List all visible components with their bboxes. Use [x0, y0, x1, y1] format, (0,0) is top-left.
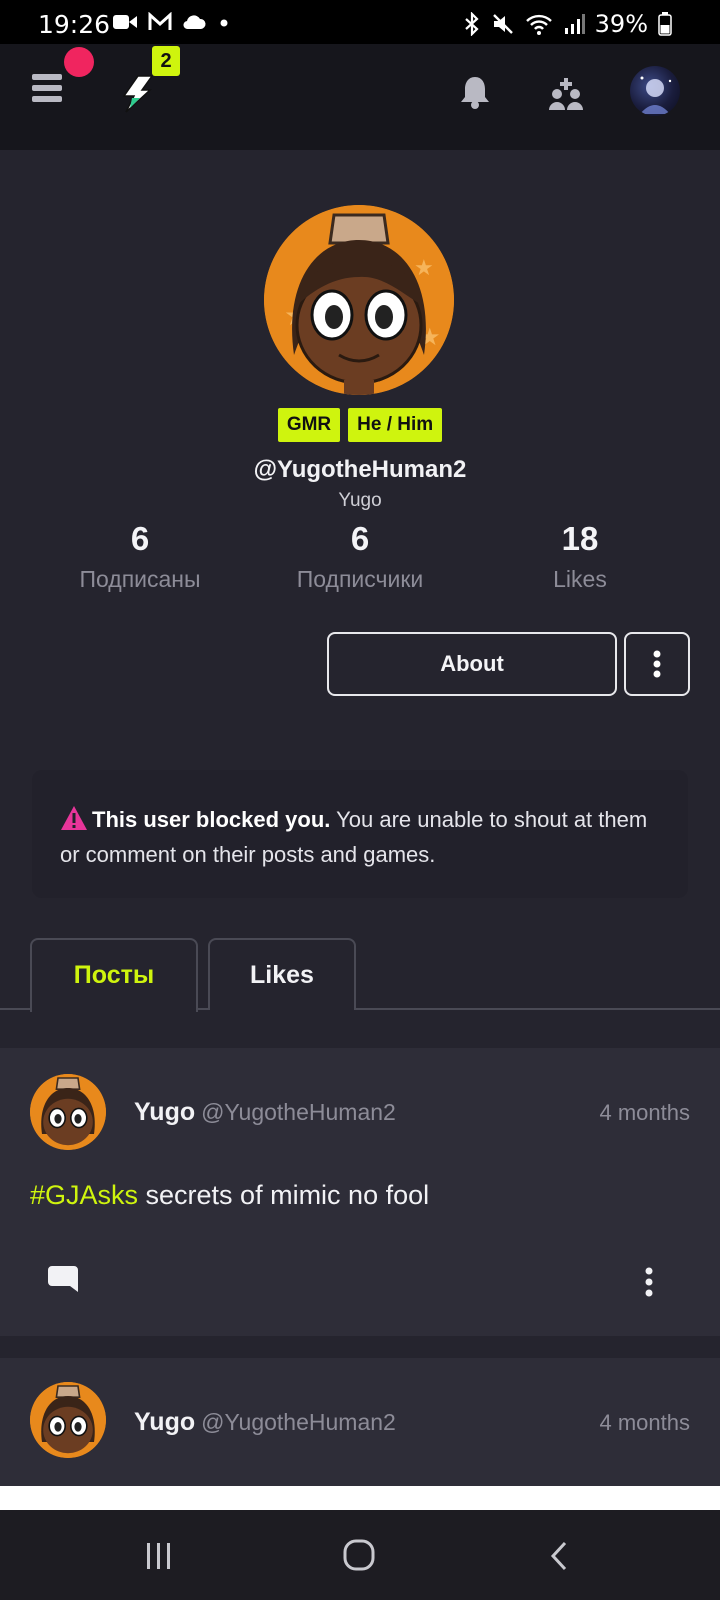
stat-following-label: Подписаны: [79, 566, 201, 592]
cloud-icon: [183, 15, 206, 30]
character-avatar-image: ★ ★ ★: [264, 205, 454, 395]
profile-display-name: Yugo: [338, 490, 382, 511]
character-avatar-image: [30, 1074, 106, 1150]
stat-likes-label: Likes: [553, 566, 607, 592]
post-author-handle: @YugotheHuman2: [201, 1099, 396, 1125]
svg-text:★: ★: [414, 256, 434, 281]
bluetooth-icon: [464, 12, 479, 36]
bell-icon: [461, 77, 489, 109]
notifications-button[interactable]: [458, 74, 492, 110]
more-vertical-icon: [645, 1267, 653, 1297]
stat-followers-count: 6: [350, 520, 370, 557]
stat-followers-label: Подписчики: [296, 566, 424, 592]
video-camera-icon: [113, 15, 137, 29]
mail-icon: [148, 12, 172, 30]
system-navigation-bar: [0, 1510, 720, 1600]
add-friend-icon: [549, 78, 583, 110]
post-author-handle: @YugotheHuman2: [201, 1409, 396, 1435]
tag-gmr: GMR: [277, 408, 341, 442]
post-timestamp: 4 months: [599, 1100, 691, 1125]
signal-icon: [564, 14, 585, 34]
post-author-display-name: Yugo: [134, 1098, 196, 1126]
comment-button[interactable]: [46, 1264, 80, 1296]
blocked-notice: This user blocked you. You are unable to…: [32, 770, 688, 898]
post-timestamp: 4 months: [599, 1410, 691, 1435]
battery-percent: 39%: [594, 10, 648, 38]
dot-icon: [220, 19, 228, 27]
post-card[interactable]: Yugo @YugotheHuman2 4 months: [0, 1358, 720, 1486]
stat-likes-count: 18: [561, 520, 599, 557]
post-more-button[interactable]: [642, 1264, 656, 1300]
stat-likes[interactable]: 18 Likes: [480, 520, 680, 593]
profile-tags: GMR He / Him: [0, 408, 720, 442]
tag-pronouns: He / Him: [348, 408, 443, 442]
comment-icon: [48, 1266, 78, 1292]
home-icon[interactable]: [342, 1538, 376, 1572]
content-edge: [0, 1486, 720, 1510]
mute-icon: [492, 14, 513, 34]
wifi-icon: [525, 14, 552, 35]
stat-followers[interactable]: 6 Подписчики: [260, 520, 460, 593]
profile-handle: @YugotheHuman2: [253, 456, 467, 483]
warning-icon: [61, 806, 87, 830]
post-hashtag[interactable]: #GJAsks: [30, 1180, 138, 1210]
post-text: secrets of mimic no fool: [138, 1180, 430, 1210]
post-card[interactable]: Yugo @YugotheHuman2 4 months #GJAsks secr…: [0, 1048, 720, 1336]
user-avatar-button[interactable]: [630, 66, 680, 116]
tab-posts[interactable]: Посты: [30, 938, 198, 1012]
menu-button[interactable]: [32, 74, 62, 104]
gamejolt-logo-button[interactable]: [118, 74, 158, 114]
post-author-name[interactable]: Yugo @YugotheHuman2: [134, 1408, 396, 1437]
lightning-logo-icon: [122, 75, 154, 113]
recent-apps-icon[interactable]: [144, 1540, 174, 1572]
tab-likes[interactable]: Likes: [208, 938, 356, 1010]
app-header: 2: [0, 44, 720, 150]
post-author-display-name: Yugo: [134, 1408, 196, 1436]
notification-count-badge: 2: [152, 46, 180, 76]
profile-avatar: ★ ★ ★: [264, 205, 454, 395]
battery-icon: [658, 12, 672, 36]
post-author-name[interactable]: Yugo @YugotheHuman2: [134, 1098, 396, 1127]
post-author-avatar[interactable]: [30, 1382, 106, 1458]
stat-following-count: 6: [130, 520, 150, 557]
avatar-image: [640, 76, 672, 114]
profile-more-button[interactable]: [624, 632, 690, 696]
more-vertical-icon: [653, 650, 661, 678]
stat-following[interactable]: 6 Подписаны: [40, 520, 240, 593]
blocked-notice-title: This user blocked you.: [92, 807, 331, 832]
post-author-avatar[interactable]: [30, 1074, 106, 1150]
about-button[interactable]: About: [327, 632, 617, 696]
friends-button[interactable]: [548, 76, 586, 112]
character-avatar-image: [30, 1382, 106, 1458]
back-icon[interactable]: [548, 1540, 570, 1572]
status-time: 19:26: [38, 10, 111, 39]
recording-indicator: [64, 47, 94, 77]
status-bar: 19:26 39%: [0, 0, 720, 44]
post-body: #GJAsks secrets of mimic no fool: [30, 1180, 429, 1211]
